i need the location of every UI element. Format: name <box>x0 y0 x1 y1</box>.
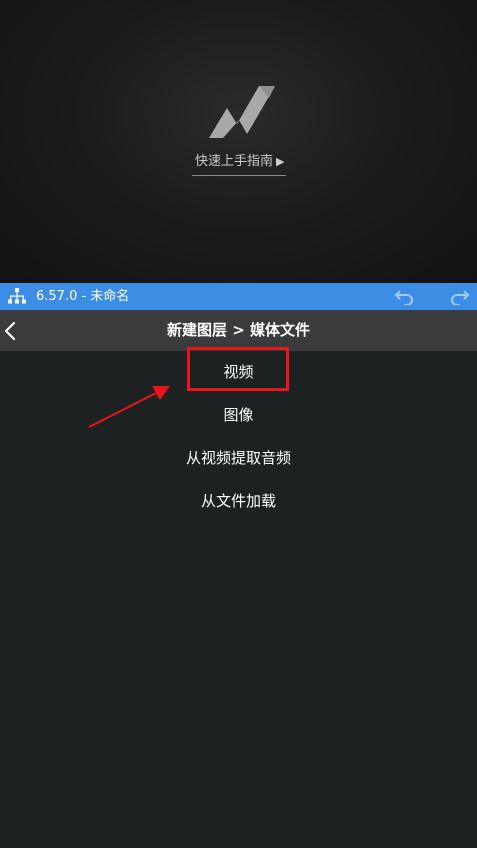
highlight-box <box>187 347 289 391</box>
version-project-name: 6.57.0 - 未命名 <box>36 289 130 304</box>
status-bar: 6.57.0 - 未命名 <box>0 283 477 310</box>
chevron-left-icon[interactable] <box>2 320 18 342</box>
project-tree-icon[interactable] <box>8 288 26 305</box>
menu-item-load-from-file[interactable]: 从文件加载 <box>0 480 477 523</box>
play-arrow-icon: ▶ <box>276 155 285 168</box>
redo-icon[interactable] <box>450 289 470 305</box>
menu-item-extract-audio[interactable]: 从视频提取音频 <box>0 437 477 480</box>
quick-start-guide-link[interactable]: 快速上手指南 ▶ <box>192 152 286 176</box>
guide-label: 快速上手指南 <box>195 154 274 169</box>
preview-area[interactable]: 快速上手指南 ▶ <box>0 0 477 283</box>
undo-icon[interactable] <box>394 289 414 305</box>
page-header: 新建图层 > 媒体文件 <box>0 310 477 351</box>
pointer-arrow-icon <box>88 386 170 428</box>
page-title: 新建图层 > 媒体文件 <box>166 321 310 339</box>
app-root: 快速上手指南 ▶ 6.57.0 - 未命名 新建图层 > 媒体文件 视频 图像 … <box>0 0 477 848</box>
menu-item-image[interactable]: 图像 <box>0 394 477 437</box>
nleditor-logo-icon <box>209 86 275 138</box>
